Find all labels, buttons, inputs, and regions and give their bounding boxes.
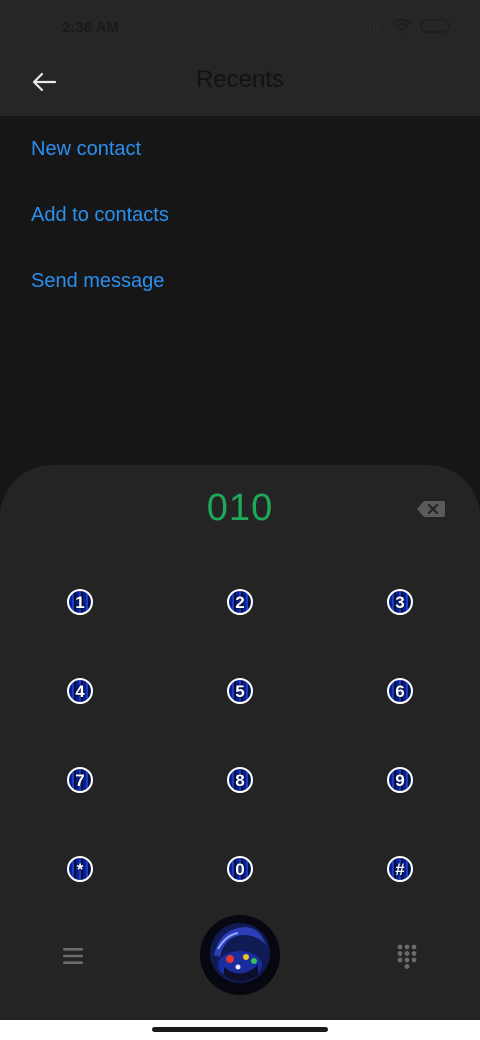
contact-actions: New contact Add to contacts Send message <box>31 136 169 334</box>
key-6[interactable]: 6 <box>360 661 440 721</box>
dialpad-toggle-button[interactable] <box>390 939 424 973</box>
key-2[interactable]: 2 <box>200 572 280 632</box>
key-4[interactable]: 4 <box>40 661 120 721</box>
dialpad-grid-icon <box>397 944 417 969</box>
status-icons <box>364 18 450 34</box>
key-9[interactable]: 9 <box>360 750 440 810</box>
home-indicator[interactable] <box>152 1027 328 1032</box>
call-button-image <box>200 915 280 995</box>
key-2-label: 2 <box>235 592 245 612</box>
page-title: Recents <box>195 66 285 93</box>
key-hash-circle: # <box>387 856 413 882</box>
key-5-circle: 5 <box>227 678 253 704</box>
key-3-circle: 3 <box>387 589 413 615</box>
key-8-label: 8 <box>235 770 245 790</box>
dialpad-sheet: 010 1 2 3 4 5 6 7 8 9 * 0 # <box>0 465 480 1020</box>
new-contact-link[interactable]: New contact <box>31 136 169 202</box>
key-star-label: * <box>76 859 84 879</box>
key-8-circle: 8 <box>227 767 253 793</box>
backspace-button[interactable] <box>414 497 448 521</box>
key-6-circle: 6 <box>387 678 413 704</box>
key-1[interactable]: 1 <box>40 572 120 632</box>
dialed-number: 010 <box>206 487 274 529</box>
add-to-contacts-link[interactable]: Add to contacts <box>31 202 169 268</box>
key-0-label: 0 <box>235 859 245 879</box>
key-1-circle: 1 <box>67 589 93 615</box>
wifi-icon <box>392 18 412 34</box>
status-time: 2:36 AM <box>62 19 119 36</box>
key-3-label: 3 <box>395 592 405 612</box>
key-3[interactable]: 3 <box>360 572 440 632</box>
hamburger-menu-icon <box>63 948 83 964</box>
key-0-circle: 0 <box>227 856 253 882</box>
call-button[interactable] <box>200 915 280 995</box>
battery-icon <box>420 19 450 33</box>
app-header: 2:36 AM Recents <box>0 0 480 116</box>
key-0[interactable]: 0 <box>200 839 280 899</box>
key-2-circle: 2 <box>227 589 253 615</box>
key-8[interactable]: 8 <box>200 750 280 810</box>
key-4-label: 4 <box>75 681 85 701</box>
key-7-label: 7 <box>75 770 85 790</box>
key-7[interactable]: 7 <box>40 750 120 810</box>
menu-button[interactable] <box>56 939 90 973</box>
key-1-label: 1 <box>75 592 85 612</box>
key-6-label: 6 <box>395 681 405 701</box>
key-hash[interactable]: # <box>360 839 440 899</box>
signal-icon <box>365 20 379 33</box>
key-9-label: 9 <box>395 770 405 790</box>
key-star-circle: * <box>67 856 93 882</box>
backspace-icon <box>417 501 445 517</box>
key-hash-label: # <box>395 859 405 879</box>
key-5-label: 5 <box>235 681 245 701</box>
dialer-screen: 2:36 AM Recents New contact Add to conta… <box>0 0 480 1040</box>
key-9-circle: 9 <box>387 767 413 793</box>
system-nav-bar <box>0 1020 480 1040</box>
send-message-link[interactable]: Send message <box>31 268 169 334</box>
key-7-circle: 7 <box>67 767 93 793</box>
key-star[interactable]: * <box>40 839 120 899</box>
key-4-circle: 4 <box>67 678 93 704</box>
key-5[interactable]: 5 <box>200 661 280 721</box>
